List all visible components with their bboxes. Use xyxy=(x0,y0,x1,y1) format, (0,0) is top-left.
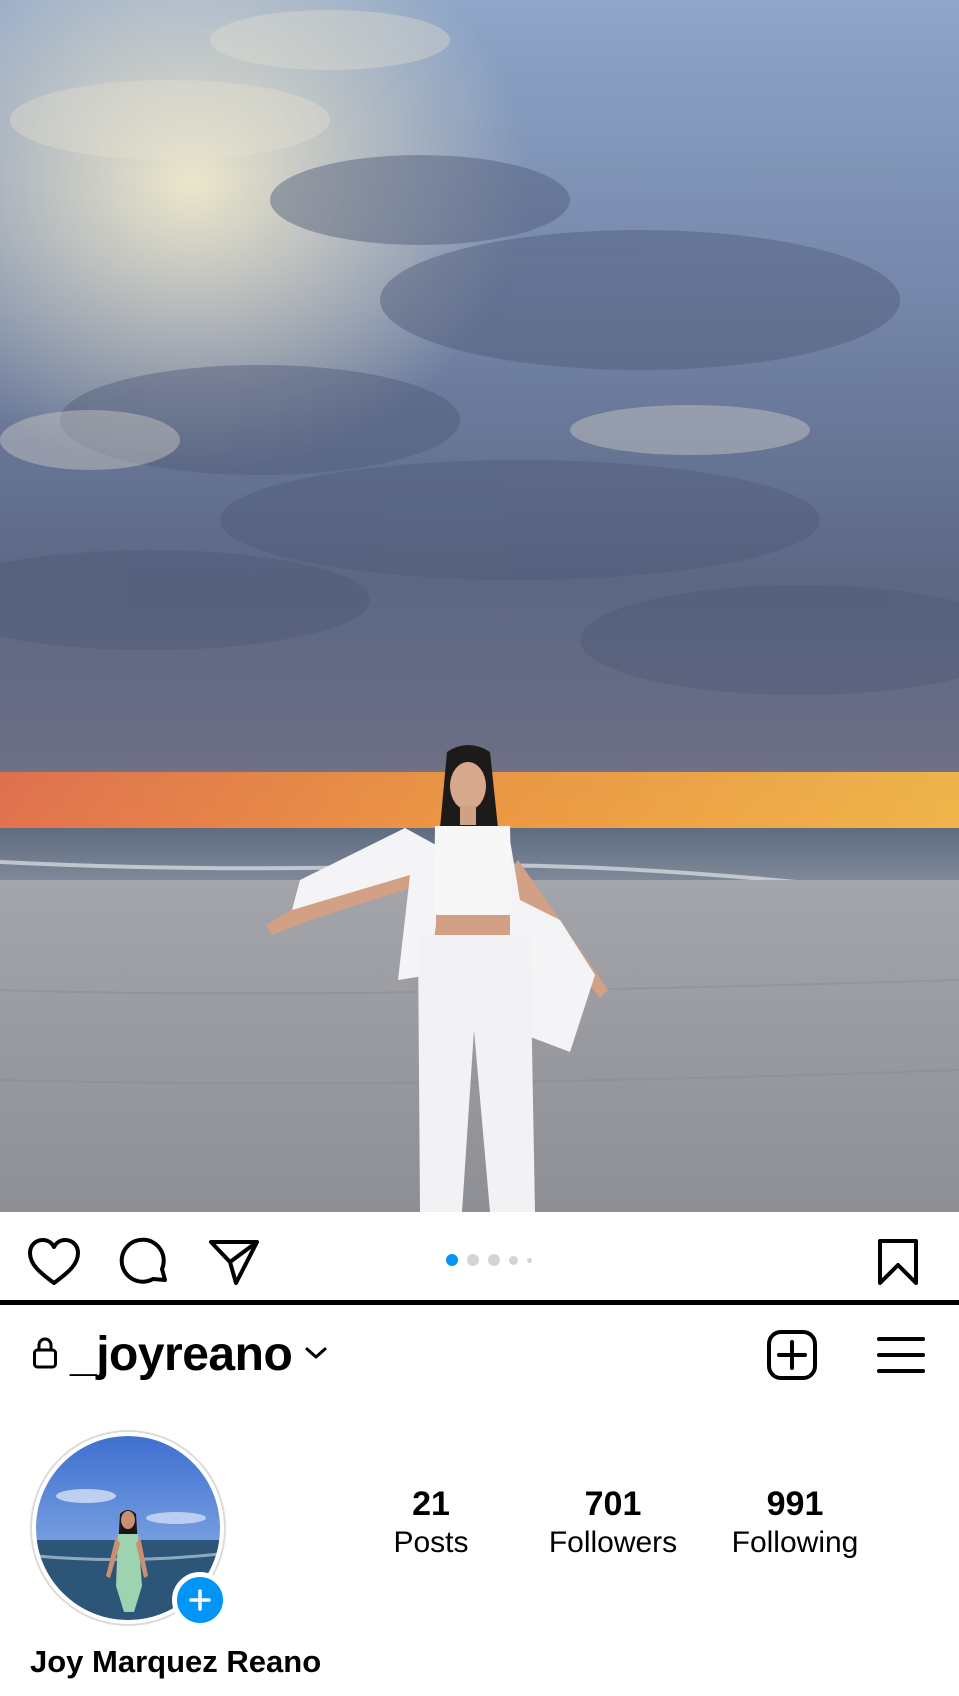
post-photo[interactable] xyxy=(0,0,959,1212)
paper-plane-icon[interactable] xyxy=(206,1234,262,1290)
stat-followers-label: Followers xyxy=(548,1526,678,1559)
post-action-bar xyxy=(0,1212,959,1300)
carousel-dots xyxy=(446,1254,532,1266)
stat-followers[interactable]: 701 Followers xyxy=(528,1484,698,1562)
carousel-dot xyxy=(467,1254,479,1266)
carousel-dot xyxy=(527,1257,532,1263)
chevron-down-icon xyxy=(304,1345,328,1366)
stat-posts[interactable]: 21 Posts xyxy=(346,1484,516,1562)
stat-posts-count: 21 xyxy=(412,1485,450,1523)
plus-icon xyxy=(189,1589,211,1611)
menu-icon[interactable] xyxy=(871,1325,931,1385)
stat-following[interactable]: 991 Following xyxy=(710,1484,880,1562)
comment-bubble-icon[interactable] xyxy=(116,1234,172,1290)
heart-icon[interactable] xyxy=(26,1234,82,1290)
carousel-dot-active xyxy=(446,1254,458,1266)
profile-full-name: Joy Marquez Reano xyxy=(30,1644,322,1679)
create-post-icon[interactable] xyxy=(762,1325,822,1385)
profile-avatar[interactable] xyxy=(30,1430,228,1628)
stat-following-count: 991 xyxy=(766,1485,824,1523)
add-story-button[interactable] xyxy=(172,1572,228,1628)
stat-following-label: Following xyxy=(731,1526,859,1559)
account-switcher[interactable]: _joyreano xyxy=(32,1327,328,1383)
profile-username: _joyreano xyxy=(70,1328,293,1381)
lock-icon xyxy=(32,1336,58,1375)
profile-header: _joyreano xyxy=(0,1305,959,1395)
carousel-dot xyxy=(509,1255,518,1265)
stat-posts-label: Posts xyxy=(393,1526,469,1559)
carousel-dot xyxy=(488,1254,500,1266)
bookmark-icon[interactable] xyxy=(870,1234,926,1290)
stat-followers-count: 701 xyxy=(584,1485,642,1523)
